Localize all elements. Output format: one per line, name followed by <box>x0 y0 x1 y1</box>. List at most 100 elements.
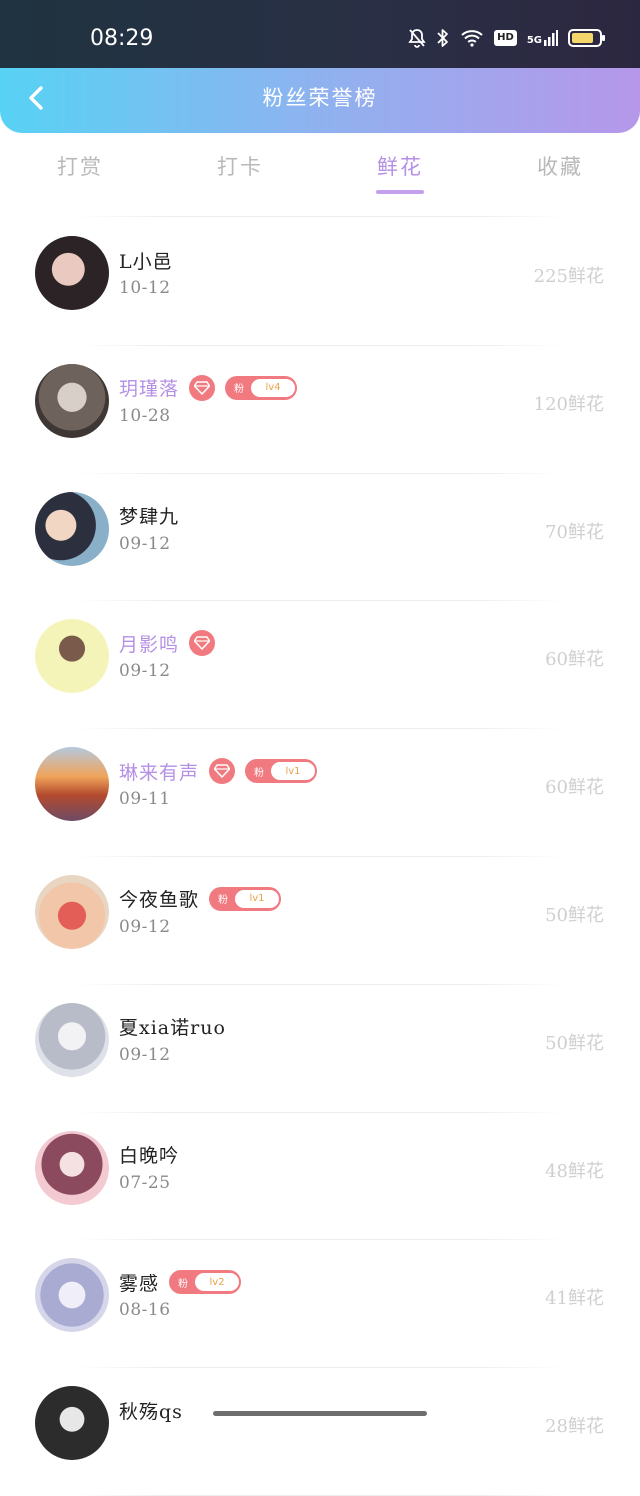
name-line: 今夜鱼歌 粉 lv1 <box>119 885 282 913</box>
fan-name: 月影鸣 <box>119 633 180 656</box>
tab-1[interactable]: 打赏 <box>0 133 160 217</box>
fan-level-badge: 粉 lv4 <box>225 375 298 400</box>
tab-label: 鲜花 <box>377 155 423 179</box>
name-line: 梦肆九 <box>119 502 179 530</box>
fan-date: 09-11 <box>119 789 171 810</box>
fan-level: lv1 <box>235 889 280 908</box>
fan-name: 白晚吟 <box>119 1145 180 1168</box>
network-label: 5G <box>526 35 542 46</box>
flower-amount: 225鲜花 <box>533 266 604 287</box>
wifi-icon <box>460 28 484 48</box>
name-line: 白晚吟 <box>119 1141 179 1169</box>
avatar[interactable] <box>35 1258 109 1333</box>
flower-amount: 28鲜花 <box>545 1416 604 1438</box>
battery-icon <box>568 29 605 47</box>
avatar[interactable] <box>35 1130 109 1205</box>
fan-date: 09-12 <box>119 661 171 682</box>
fan-level: lv1 <box>271 762 316 781</box>
avatar[interactable] <box>35 491 109 566</box>
fan-name: 梦肆九 <box>119 506 180 529</box>
tabs-divider <box>72 216 568 217</box>
status-icons: HD 5G <box>408 28 605 48</box>
list-item[interactable]: 雾感 粉 lv2 08-16 41鲜花 <box>0 1240 640 1369</box>
flower-amount: 120鲜花 <box>533 393 604 415</box>
diamond-icon <box>209 758 236 785</box>
flower-amount: 50鲜花 <box>545 1032 604 1054</box>
flower-amount: 48鲜花 <box>545 1160 604 1182</box>
fan-badge-label: 粉 <box>178 1278 189 1290</box>
fan-name: 夏xia诺ruo <box>119 1017 226 1040</box>
avatar[interactable] <box>35 874 109 949</box>
fan-list: L小邑 10-12 225鲜花 玥瑾落粉 lv4 10-28 120鲜花 梦肆九 09-12 70… <box>0 218 640 1496</box>
list-item[interactable]: 今夜鱼歌 粉 lv1 09-12 50鲜花 <box>0 857 640 985</box>
fan-level: lv2 <box>195 1273 240 1292</box>
fan-name: 秋殇qs <box>119 1400 183 1423</box>
fan-level-badge: 粉 lv1 <box>245 759 318 784</box>
fan-date: 09-12 <box>119 1044 171 1065</box>
bluetooth-icon <box>436 28 450 48</box>
avatar[interactable] <box>35 619 109 694</box>
flower-amount: 41鲜花 <box>545 1288 604 1310</box>
avatar[interactable] <box>35 236 109 310</box>
list-item[interactable]: 琳来有声 粉 lv1 09-11 60鲜花 <box>0 729 640 857</box>
fan-date: 07-25 <box>119 1172 171 1193</box>
fan-date: 09-12 <box>119 533 171 554</box>
fan-date: 08-16 <box>119 1300 171 1321</box>
fan-badge-label: 粉 <box>234 384 245 396</box>
avatar[interactable] <box>35 1002 109 1077</box>
fan-name: 雾感 <box>119 1272 160 1295</box>
name-line: 夏xia诺ruo <box>119 1013 226 1041</box>
flower-amount: 50鲜花 <box>545 904 604 926</box>
tab-4[interactable]: 收藏 <box>480 133 640 217</box>
list-item[interactable]: L小邑 10-12 225鲜花 <box>0 218 640 346</box>
fan-date: 09-12 <box>119 916 171 937</box>
status-bar: 08:29 HD 5G <box>0 0 640 68</box>
name-line: L小邑 <box>119 246 173 274</box>
tab-2[interactable]: 打卡 <box>160 133 320 217</box>
list-item[interactable]: 夏xia诺ruo 09-12 50鲜花 <box>0 985 640 1113</box>
mute-icon <box>408 28 426 48</box>
name-line: 秋殇qs <box>119 1396 183 1424</box>
fan-level-badge: 粉 lv1 <box>209 886 282 911</box>
page-title: 粉丝荣誉榜 <box>262 86 378 110</box>
fan-level: lv4 <box>251 378 296 397</box>
list-item[interactable]: 月影鸣 09-12 60鲜花 <box>0 601 640 730</box>
tab-3[interactable]: 鲜花 <box>320 133 480 217</box>
fan-name: L小邑 <box>119 250 173 273</box>
app-header: 粉丝荣誉榜 <box>0 68 640 133</box>
tab-active-underline <box>376 190 424 194</box>
tab-bar: 打赏 打卡 鲜花 收藏 <box>0 133 640 217</box>
name-line: 玥瑾落 粉 lv4 <box>119 374 298 402</box>
flower-amount: 60鲜花 <box>545 777 604 799</box>
fan-name: 今夜鱼歌 <box>119 889 200 912</box>
flower-amount: 70鲜花 <box>545 521 604 543</box>
home-indicator[interactable] <box>213 1411 427 1416</box>
fan-badge-label: 粉 <box>254 767 265 779</box>
name-line: 雾感 粉 lv2 <box>119 1268 242 1296</box>
list-item[interactable]: 梦肆九 09-12 70鲜花 <box>0 474 640 602</box>
battery-level <box>572 33 593 43</box>
fan-date: 10-28 <box>119 405 171 426</box>
hd-icon: HD <box>494 30 517 46</box>
diamond-icon <box>189 374 216 401</box>
avatar[interactable] <box>35 363 109 438</box>
list-item[interactable]: 秋殇qs 28鲜花 <box>0 1368 640 1496</box>
fan-badge-label: 粉 <box>218 895 229 907</box>
signal-5g-icon: 5G <box>527 30 558 46</box>
name-line: 琳来有声 粉 lv1 <box>119 757 318 785</box>
avatar[interactable] <box>35 1386 109 1461</box>
tab-label: 收藏 <box>537 155 583 179</box>
avatar[interactable] <box>35 747 109 822</box>
tab-label: 打赏 <box>57 155 103 179</box>
list-item[interactable]: 玥瑾落 粉 lv4 10-28 120鲜花 <box>0 346 640 474</box>
name-line: 月影鸣 <box>119 629 216 657</box>
tab-label: 打卡 <box>217 155 263 179</box>
status-time: 08:29 <box>90 26 154 51</box>
diamond-icon <box>189 630 216 657</box>
list-item[interactable]: 白晚吟 07-25 48鲜花 <box>0 1113 640 1241</box>
fan-level-badge: 粉 lv2 <box>169 1270 242 1295</box>
fan-name: 玥瑾落 <box>119 378 180 401</box>
fan-date: 10-12 <box>119 278 171 298</box>
flower-amount: 60鲜花 <box>545 649 604 671</box>
fan-name: 琳来有声 <box>119 761 200 784</box>
